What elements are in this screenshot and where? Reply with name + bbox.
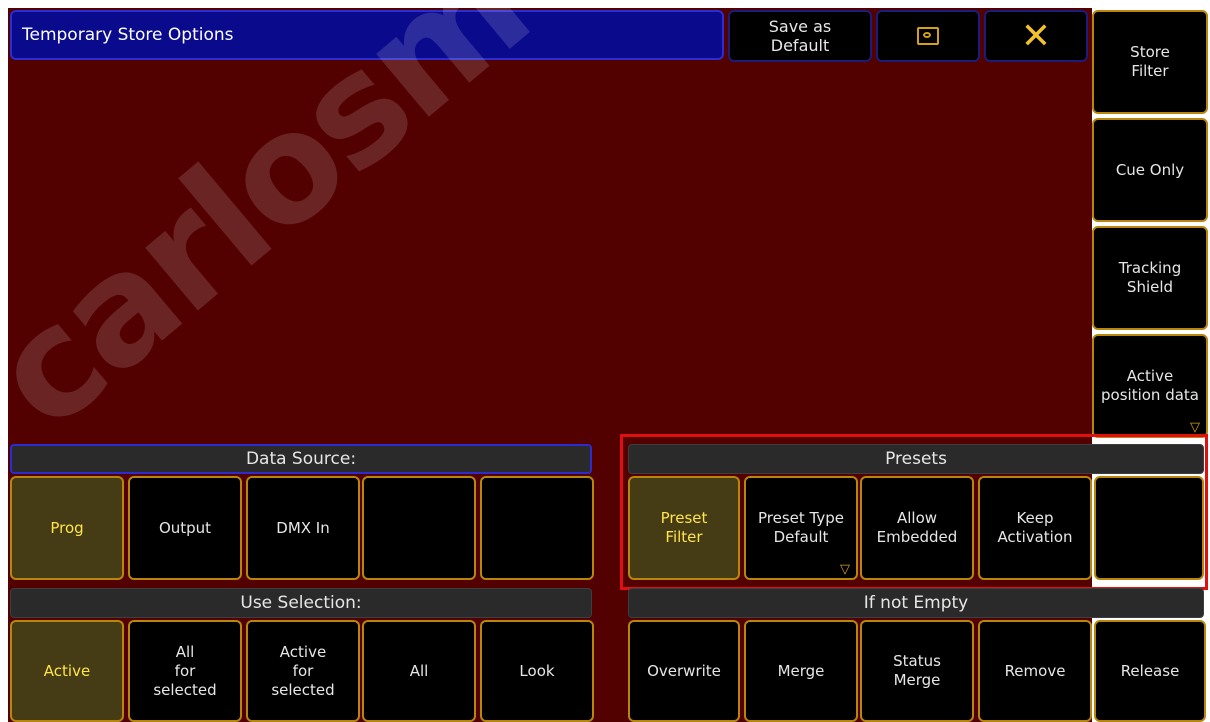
- close-icon: ✕: [1020, 15, 1052, 57]
- dropdown-triangle-icon: ▽: [840, 562, 850, 577]
- active-for-selected-button[interactable]: Active for selected: [246, 620, 360, 722]
- preset-filter-button[interactable]: Preset Filter: [628, 476, 740, 580]
- active-position-data-label: Active position data: [1101, 367, 1199, 404]
- look-button[interactable]: Look: [480, 620, 594, 722]
- screen-button[interactable]: [876, 10, 980, 62]
- keep-activation-button[interactable]: Keep Activation: [978, 476, 1092, 580]
- remove-button[interactable]: Remove: [978, 620, 1092, 722]
- active-position-data-button[interactable]: Active position data ▽: [1092, 334, 1208, 438]
- output-button[interactable]: Output: [128, 476, 242, 580]
- presets-header: Presets: [628, 444, 1204, 474]
- all-for-selected-button[interactable]: All for selected: [128, 620, 242, 722]
- monitor-icon: [917, 27, 939, 45]
- preset-type-default-label: Preset Type Default: [758, 509, 844, 546]
- merge-button[interactable]: Merge: [744, 620, 858, 722]
- allow-embedded-button[interactable]: Allow Embedded: [860, 476, 974, 580]
- window-title: Temporary Store Options: [10, 10, 724, 60]
- data-source-header: Data Source:: [10, 444, 592, 474]
- presets-empty-button[interactable]: [1094, 476, 1204, 580]
- all-button[interactable]: All: [362, 620, 476, 722]
- preset-type-default-button[interactable]: Preset Type Default ▽: [744, 476, 858, 580]
- close-button[interactable]: ✕: [984, 10, 1088, 62]
- data-source-empty-button-2[interactable]: [480, 476, 594, 580]
- if-not-empty-header: If not Empty: [628, 588, 1204, 618]
- use-selection-header: Use Selection:: [10, 588, 592, 618]
- save-as-default-button[interactable]: Save as Default: [728, 10, 872, 62]
- cue-only-button[interactable]: Cue Only: [1092, 118, 1208, 222]
- status-merge-button[interactable]: Status Merge: [860, 620, 974, 722]
- tracking-shield-button[interactable]: Tracking Shield: [1092, 226, 1208, 330]
- prog-button[interactable]: Prog: [10, 476, 124, 580]
- active-button[interactable]: Active: [10, 620, 124, 722]
- data-source-empty-button-1[interactable]: [362, 476, 476, 580]
- dmx-in-button[interactable]: DMX In: [246, 476, 360, 580]
- release-button[interactable]: Release: [1094, 620, 1206, 722]
- dropdown-triangle-icon: ▽: [1190, 420, 1200, 435]
- overwrite-button[interactable]: Overwrite: [628, 620, 740, 722]
- store-filter-button[interactable]: Store Filter: [1092, 10, 1208, 114]
